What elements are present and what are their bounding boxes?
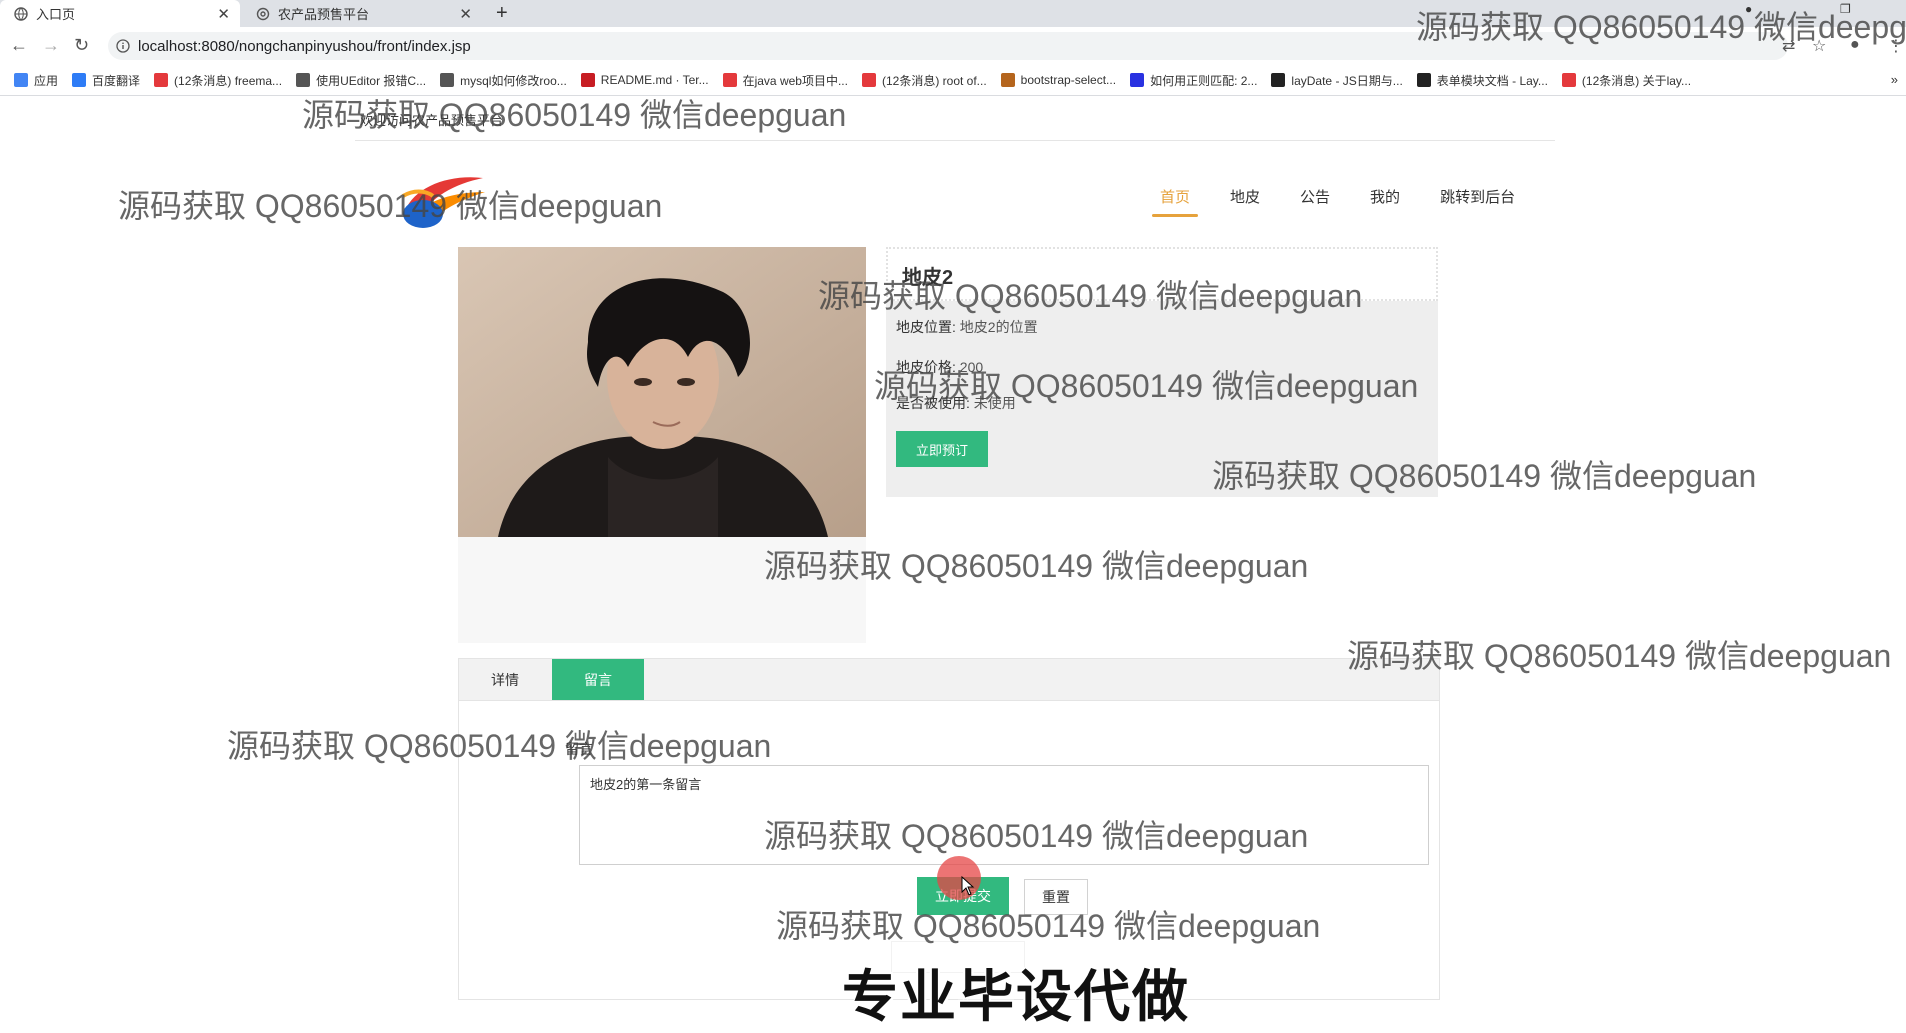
price-row: 地皮价格: 200 <box>896 357 983 377</box>
detail-tabs: 详情 留言 留言 立即提交 重置 <box>458 658 1440 1000</box>
menu-icon[interactable]: ⋮ <box>1888 36 1904 56</box>
bookmark-item[interactable]: 使用UEditor 报错C... <box>296 72 426 89</box>
bookmark-label: (12条消息) root of... <box>881 73 987 88</box>
bookmark-item[interactable]: (12条消息) freema... <box>154 72 282 89</box>
price-label: 地皮价格: <box>896 359 956 375</box>
restore-window-icon[interactable]: ❐ <box>1840 2 1851 16</box>
forward-icon[interactable]: → <box>42 35 60 56</box>
browser-tab-entry[interactable]: 入口页 ✕ <box>0 0 240 27</box>
price-value: 200 <box>959 359 984 375</box>
site-logo[interactable] <box>395 156 490 231</box>
divider <box>355 140 1555 141</box>
bookmark-item[interactable]: 在java web项目中... <box>722 72 848 89</box>
nav-home[interactable]: 首页 <box>1151 186 1199 217</box>
bookmark-favicon-icon <box>1561 73 1576 87</box>
reset-button[interactable]: 重置 <box>1024 879 1088 915</box>
settings-icon <box>256 7 270 21</box>
bookmark-favicon-icon <box>580 73 595 87</box>
bookmark-favicon-icon <box>1271 73 1286 87</box>
star-icon[interactable]: ☆ <box>1812 36 1826 56</box>
product-photo <box>458 247 866 537</box>
address-bar[interactable]: localhost:8080/nongchanpinyushou/front/i… <box>108 32 1788 60</box>
bookmark-item[interactable]: (12条消息) root of... <box>861 72 987 89</box>
close-tab-icon[interactable]: ✕ <box>217 5 230 23</box>
info-icon[interactable] <box>116 39 130 53</box>
bookmark-item[interactable]: bootstrap-select... <box>1000 73 1117 87</box>
browser-tab-title: 农产品预售平台 <box>278 7 370 22</box>
bookmark-item[interactable]: layDate - JS日期与... <box>1271 72 1403 89</box>
globe-icon <box>14 6 28 21</box>
bookmarks-bar: 应用 百度翻译 (12条消息) freema... 使用UEditor 报错C... m… <box>0 65 1906 96</box>
bookmark-label: 表单模块文档 - Lay... <box>1436 73 1548 88</box>
bookmark-label: 在java web项目中... <box>742 73 848 88</box>
bookmark-label: 应用 <box>34 73 59 88</box>
bookmark-item[interactable]: 应用 <box>14 72 58 89</box>
bookmark-favicon-icon <box>296 73 311 87</box>
bookmark-item[interactable]: (12条消息) 关于lay... <box>1561 72 1692 89</box>
product-info-panel: 地皮2 地皮位置: 地皮2的位置 地皮价格: 200 是否被使用: 未使用 立即… <box>886 247 1438 497</box>
bookmark-favicon-icon <box>1000 73 1015 87</box>
used-label: 是否被使用: <box>896 395 970 411</box>
location-row: 地皮位置: 地皮2的位置 <box>896 317 1038 337</box>
back-icon[interactable]: ← <box>10 35 28 56</box>
bookmark-favicon-icon <box>722 73 737 87</box>
location-label: 地皮位置: <box>896 319 956 335</box>
product-image-column <box>458 247 866 643</box>
new-tab-button[interactable]: + <box>496 2 508 25</box>
main-nav: 首页 地皮 公告 我的 跳转到后台 <box>1151 186 1555 217</box>
browser-toolbar: ← → ↻ localhost:8080/nongchanpinyushou/f… <box>0 27 1906 65</box>
product-title: 地皮2 <box>902 267 954 289</box>
bookmark-label: 使用UEditor 报错C... <box>316 73 427 88</box>
bookmark-favicon-icon <box>440 73 455 87</box>
bookmark-label: 如何用正则匹配: 2... <box>1150 73 1258 88</box>
reserve-button[interactable]: 立即预订 <box>896 431 988 467</box>
promo-banner: 专业毕设代做 <box>842 965 1190 1028</box>
url-text: localhost:8080/nongchanpinyushou/front/i… <box>138 37 471 55</box>
bookmark-favicon-icon <box>154 73 169 87</box>
bookmark-favicon-icon <box>72 73 87 87</box>
bookmark-label: mysql如何修改roo... <box>460 73 567 88</box>
welcome-text: 欢迎访问农产品预售平台 <box>360 113 504 128</box>
bookmark-label: (12条消息) freema... <box>174 73 283 88</box>
reload-icon[interactable]: ↻ <box>74 35 89 56</box>
browser-tab-platform[interactable]: 农产品预售平台 ✕ <box>242 0 482 27</box>
product-title-box: 地皮2 <box>886 247 1438 301</box>
used-row: 是否被使用: 未使用 <box>896 393 1016 413</box>
bookmark-item[interactable]: 表单模块文档 - Lay... <box>1416 72 1548 89</box>
nav-admin[interactable]: 跳转到后台 <box>1440 186 1515 217</box>
nav-mine[interactable]: 我的 <box>1370 186 1400 217</box>
bookmark-item[interactable]: 如何用正则匹配: 2... <box>1130 72 1257 89</box>
apps-grid-icon <box>14 73 28 87</box>
close-tab-icon[interactable]: ✕ <box>459 5 472 23</box>
tab-detail[interactable]: 详情 <box>459 659 551 700</box>
browser-tab-title: 入口页 <box>36 7 76 22</box>
bookmark-favicon-icon <box>1130 73 1145 87</box>
bookmark-label: layDate - JS日期与... <box>1291 73 1403 88</box>
bookmark-item[interactable]: mysql如何修改roo... <box>440 72 567 89</box>
nav-land[interactable]: 地皮 <box>1230 186 1260 217</box>
comment-textarea[interactable] <box>579 765 1429 865</box>
mouse-cursor-icon <box>960 875 976 901</box>
tabs-header: 详情 留言 <box>459 659 1439 701</box>
bookmark-favicon-icon <box>861 73 876 87</box>
bookmark-label: bootstrap-select... <box>1020 73 1117 87</box>
translate-icon[interactable]: ⇄ <box>1782 36 1795 56</box>
bookmark-label: 百度翻译 <box>92 73 141 88</box>
nav-notice[interactable]: 公告 <box>1300 186 1330 217</box>
comment-label: 留言 <box>565 741 593 757</box>
browser-tab-strip: 入口页 ✕ 农产品预售平台 ✕ + ● ❐ <box>0 0 1906 27</box>
account-icon[interactable]: ● <box>1850 36 1860 54</box>
bookmark-label: README.md · Ter... <box>600 73 709 87</box>
profile-dot-icon[interactable]: ● <box>1745 2 1752 16</box>
used-value: 未使用 <box>973 395 1016 411</box>
bookmark-favicon-icon <box>1416 73 1431 87</box>
bookmark-label: (12条消息) 关于lay... <box>1581 73 1692 88</box>
location-value: 地皮2的位置 <box>959 319 1038 335</box>
bookmark-item[interactable]: 百度翻译 <box>72 72 140 89</box>
tab-comment[interactable]: 留言 <box>552 659 644 700</box>
more-bookmarks-icon[interactable]: » <box>1891 72 1898 87</box>
bookmark-item[interactable]: README.md · Ter... <box>580 73 709 87</box>
